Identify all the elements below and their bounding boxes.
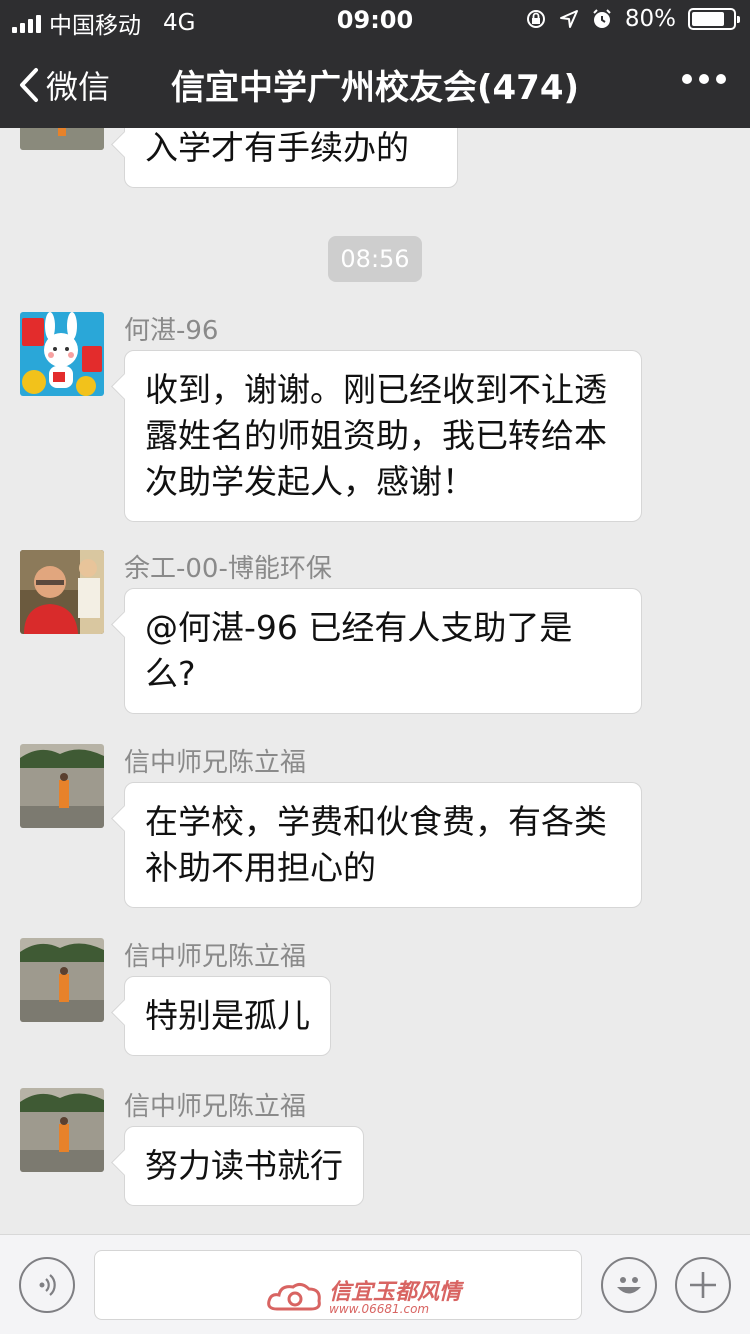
watermark: 信宜玉都风情 www.06681.com <box>267 1281 461 1315</box>
sender-name: 何湛-96 <box>124 316 219 346</box>
message-text: 努力读书就行 <box>145 1146 343 1185</box>
battery-fill <box>692 12 724 26</box>
dot <box>716 74 726 84</box>
input-bar: 信宜玉都风情 www.06681.com <box>0 1234 750 1334</box>
avatar[interactable] <box>20 938 104 1022</box>
cloud-logo-icon <box>267 1282 321 1311</box>
chat-area[interactable]: 入学才有手续办的 08:56 何湛-96 收到，谢谢。刚已经收到不让透露姓名的师… <box>0 128 750 1234</box>
more-functions-button[interactable] <box>675 1257 731 1313</box>
plus-icon <box>690 1272 716 1298</box>
nav-bar: 微信 信宜中学广州校友会(474) <box>0 40 750 128</box>
message-text: 在学校，学费和伙食费，有各类补助不用担心的 <box>145 802 607 887</box>
status-right: 80% <box>525 6 740 32</box>
avatar[interactable] <box>20 312 104 396</box>
battery-icon <box>688 8 740 30</box>
avatar[interactable] <box>20 1088 104 1172</box>
message-text: @何湛-96 已经有人支助了是么? <box>145 608 573 693</box>
timestamp: 08:56 <box>328 236 422 282</box>
message-bubble[interactable]: @何湛-96 已经有人支助了是么? <box>124 588 642 714</box>
message-bubble[interactable]: 特别是孤儿 <box>124 976 331 1056</box>
battery-percent: 80% <box>624 6 676 32</box>
voice-button[interactable] <box>19 1257 75 1313</box>
sender-name: 信中师兄陈立福 <box>124 942 307 972</box>
smiley-icon <box>617 1277 641 1294</box>
message-bubble[interactable]: 收到，谢谢。刚已经收到不让透露姓名的师姐资助，我已转给本次助学发起人，感谢！ <box>124 350 642 522</box>
message-input[interactable]: 信宜玉都风情 www.06681.com <box>94 1250 582 1320</box>
status-bar: 中国移动 4G 09:00 80% <box>0 0 750 40</box>
sender-name: 信中师兄陈立福 <box>124 1092 307 1122</box>
message-text: 入学才有手续办的 <box>145 128 409 167</box>
orientation-lock-icon <box>526 10 545 28</box>
message-bubble[interactable]: 在学校，学费和伙食费，有各类补助不用担心的 <box>124 782 642 908</box>
watermark-title: 信宜玉都风情 <box>329 1279 462 1305</box>
voice-icon <box>39 1274 56 1296</box>
avatar[interactable] <box>20 550 104 634</box>
avatar[interactable] <box>20 128 104 150</box>
message-text: 收到，谢谢。刚已经收到不让透露姓名的师姐资助，我已转给本次助学发起人，感谢！ <box>145 370 607 501</box>
alarm-icon <box>593 9 611 28</box>
watermark-url: www.06681.com <box>329 1302 430 1316</box>
location-icon <box>559 10 578 28</box>
sender-name: 信中师兄陈立福 <box>124 748 307 778</box>
avatar[interactable] <box>20 744 104 828</box>
sender-name: 余工-00-博能环保 <box>124 554 332 584</box>
top-bar: 中国移动 4G 09:00 80% 微信 信宜中学广州校友会(474) <box>0 0 750 128</box>
message-text: 特别是孤儿 <box>145 996 310 1035</box>
message-bubble[interactable]: 努力读书就行 <box>124 1126 364 1206</box>
emoji-button[interactable] <box>601 1257 657 1313</box>
dot <box>699 74 709 84</box>
more-options-button[interactable] <box>682 74 726 84</box>
message-bubble[interactable]: 入学才有手续办的 <box>124 128 458 188</box>
chat-title: 信宜中学广州校友会(474) <box>170 68 580 108</box>
dot <box>682 74 692 84</box>
